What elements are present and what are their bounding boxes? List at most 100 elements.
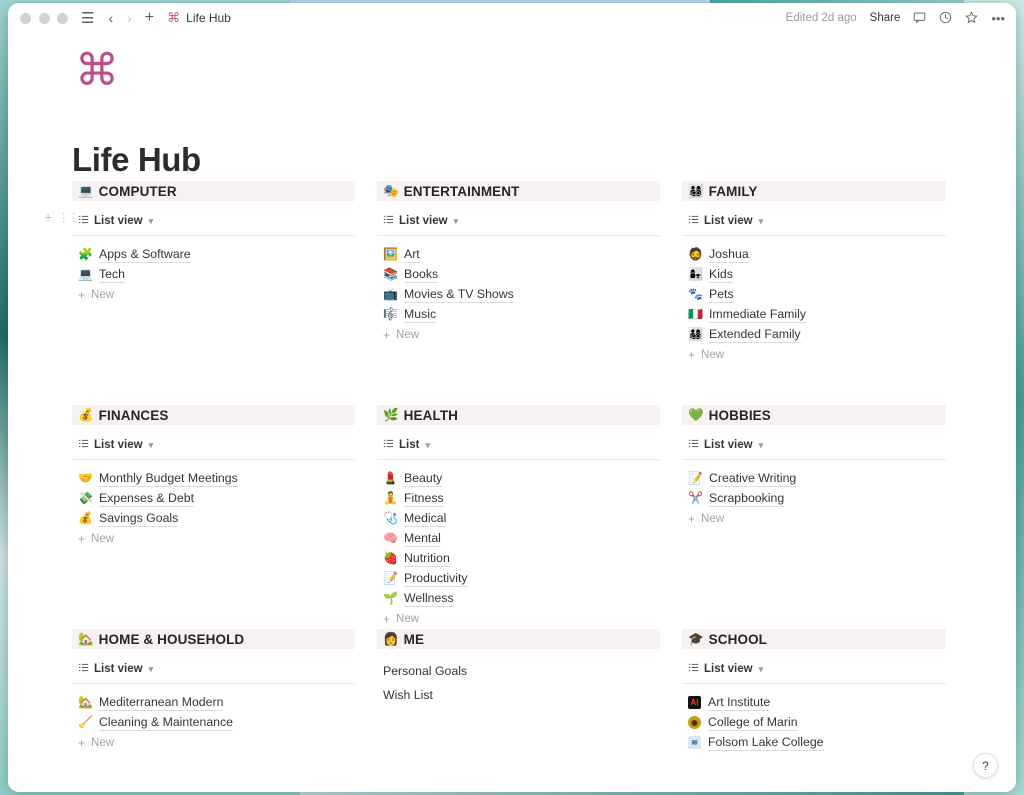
list-item[interactable]: 💸 Expenses & Debt — [72, 488, 355, 508]
list-item-label[interactable]: Apps & Software — [99, 246, 191, 263]
list-item[interactable]: 🧠 Mental — [377, 528, 660, 548]
breadcrumb[interactable]: Life Hub — [186, 11, 231, 25]
list-item[interactable]: 🐾 Pets — [682, 284, 946, 304]
list-item-label[interactable]: Nutrition — [404, 550, 450, 567]
list-item[interactable]: 🇮🇹 Immediate Family — [682, 304, 946, 324]
list-item-label[interactable]: Tech — [99, 266, 125, 283]
minimize-window-button[interactable] — [38, 12, 50, 24]
chevron-down-icon[interactable]: ▾ — [759, 216, 764, 227]
list-item-label[interactable]: Cleaning & Maintenance — [99, 714, 233, 731]
more-options-icon[interactable]: ••• — [991, 12, 1005, 25]
list-item-label[interactable]: Pets — [709, 286, 734, 303]
column-handles[interactable]: + ⋮⋮ — [44, 209, 79, 225]
list-item-label[interactable]: Books — [404, 266, 439, 283]
view-selector[interactable]: List view ▾ — [682, 431, 946, 460]
chevron-right-icon[interactable]: › — [127, 11, 132, 25]
list-item[interactable]: 🌱 Wellness — [377, 588, 660, 608]
list-item[interactable]: 💄 Beauty — [377, 468, 660, 488]
chevron-left-icon[interactable]: ‹ — [108, 11, 113, 25]
list-item-label[interactable]: Creative Writing — [709, 470, 797, 487]
list-item-label[interactable]: Mediterranean Modern — [99, 694, 224, 711]
comment-icon[interactable] — [913, 11, 926, 26]
new-item-button[interactable]: + New — [682, 345, 946, 365]
list-item[interactable]: 🏡 Mediterranean Modern — [72, 692, 355, 712]
view-selector[interactable]: List ▾ — [377, 431, 660, 460]
list-item-label[interactable]: Folsom Lake College — [708, 734, 824, 751]
list-item-label[interactable]: Art — [404, 246, 420, 263]
list-item-label[interactable]: College of Marin — [708, 714, 798, 731]
list-item-label[interactable]: Scrapbooking — [709, 490, 785, 507]
plus-icon[interactable]: + — [145, 10, 154, 26]
view-selector[interactable]: List view ▾ — [682, 655, 946, 684]
list-item-label[interactable]: Monthly Budget Meetings — [99, 470, 238, 487]
list-item[interactable]: 📝 Productivity — [377, 568, 660, 588]
list-item[interactable]: 🧔 Joshua — [682, 244, 946, 264]
list-item-label[interactable]: Immediate Family — [709, 306, 807, 323]
list-item[interactable]: 🧩 Apps & Software — [72, 244, 355, 264]
chevron-down-icon[interactable]: ▾ — [759, 664, 764, 675]
add-block-icon[interactable]: + — [44, 209, 52, 225]
list-item[interactable]: 📝 Creative Writing — [682, 468, 946, 488]
list-item-label[interactable]: Beauty — [404, 470, 443, 487]
list-item[interactable]: 🩺 Medical — [377, 508, 660, 528]
list-item-label[interactable]: Music — [404, 306, 437, 323]
list-item[interactable]: ◉ College of Marin — [682, 712, 946, 732]
hamburger-menu-icon[interactable]: ☰ — [81, 11, 94, 26]
list-item-label[interactable]: Expenses & Debt — [99, 490, 195, 507]
list-item-label[interactable]: Extended Family — [709, 326, 801, 343]
view-selector[interactable]: List view ▾ — [72, 207, 355, 236]
chevron-down-icon[interactable]: ▾ — [759, 440, 764, 451]
list-item[interactable]: AI Art Institute — [682, 692, 946, 712]
list-item-label[interactable]: Mental — [404, 530, 441, 547]
new-item-button[interactable]: + New — [377, 325, 660, 345]
list-item[interactable]: 📺 Movies & TV Shows — [377, 284, 660, 304]
list-item[interactable]: ✂️ Scrapbooking — [682, 488, 946, 508]
list-item[interactable]: 🖼️ Art — [377, 244, 660, 264]
maximize-window-button[interactable] — [57, 12, 68, 24]
list-item[interactable]: 💻 Tech — [72, 264, 355, 284]
chevron-down-icon[interactable]: ▾ — [454, 216, 459, 227]
window-controls[interactable] — [20, 12, 68, 24]
view-selector[interactable]: List view ▾ — [72, 655, 355, 684]
list-item[interactable]: ≋ Folsom Lake College — [682, 732, 946, 752]
list-item-label[interactable]: Art Institute — [708, 694, 771, 711]
list-item[interactable]: Personal Goals — [377, 661, 660, 681]
list-item[interactable]: 👩‍👧 Kids — [682, 264, 946, 284]
new-item-button[interactable]: + New — [72, 529, 355, 549]
list-item-label[interactable]: Fitness — [404, 490, 444, 507]
list-item-label[interactable]: Joshua — [709, 246, 749, 263]
list-item-label[interactable]: Kids — [709, 266, 733, 283]
help-button[interactable]: ? — [973, 753, 998, 778]
new-item-button[interactable]: + New — [72, 733, 355, 753]
list-item[interactable]: 🧹 Cleaning & Maintenance — [72, 712, 355, 732]
clock-icon[interactable] — [939, 11, 952, 26]
list-item-label[interactable]: Movies & TV Shows — [404, 286, 514, 303]
list-item-label[interactable]: Savings Goals — [99, 510, 179, 527]
view-selector[interactable]: List view ▾ — [377, 207, 660, 236]
list-item[interactable]: 🤝 Monthly Budget Meetings — [72, 468, 355, 488]
chevron-down-icon[interactable]: ▾ — [149, 440, 154, 451]
new-item-button[interactable]: + New — [377, 609, 660, 629]
list-item-label[interactable]: Medical — [404, 510, 447, 527]
new-item-button[interactable]: + New — [682, 509, 946, 529]
chevron-down-icon[interactable]: ▾ — [425, 440, 430, 451]
list-item[interactable]: 👨‍👩‍👧‍👦 Extended Family — [682, 324, 946, 344]
list-item-label[interactable]: Wellness — [404, 590, 454, 607]
view-selector[interactable]: List view ▾ — [682, 207, 946, 236]
list-item[interactable]: 💰 Savings Goals — [72, 508, 355, 528]
star-icon[interactable] — [965, 10, 979, 26]
list-item[interactable]: 🎼 Music — [377, 304, 660, 324]
drag-handle-icon[interactable]: ⋮⋮ — [58, 211, 79, 224]
view-selector[interactable]: List view ▾ — [72, 431, 355, 460]
chevron-down-icon[interactable]: ▾ — [149, 216, 154, 227]
list-item[interactable]: 🍓 Nutrition — [377, 548, 660, 568]
chevron-down-icon[interactable]: ▾ — [149, 664, 154, 675]
list-item[interactable]: Wish List — [377, 685, 660, 705]
share-button[interactable]: Share — [870, 12, 901, 24]
list-item-label[interactable]: Productivity — [404, 570, 468, 587]
new-item-button[interactable]: + New — [72, 285, 355, 305]
page-emoji-icon[interactable]: ⌘ — [75, 49, 119, 93]
close-window-button[interactable] — [20, 12, 31, 24]
list-item[interactable]: 🧘 Fitness — [377, 488, 660, 508]
list-item[interactable]: 📚 Books — [377, 264, 660, 284]
